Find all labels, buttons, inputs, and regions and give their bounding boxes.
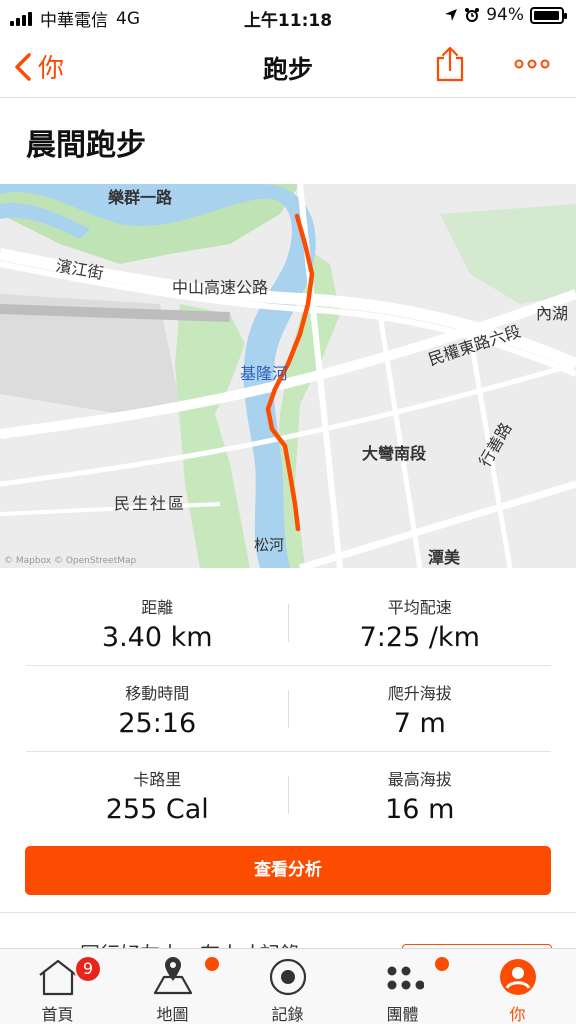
- notification-dot: [205, 957, 219, 971]
- more-icon[interactable]: [512, 54, 552, 74]
- tab-label: 地圖: [156, 1005, 189, 1024]
- stat-value: 255 Cal: [105, 794, 209, 825]
- stat-row: 距離 3.40 km 平均配速 7:25 /km: [26, 580, 551, 666]
- tab-label: 你: [509, 1005, 526, 1024]
- route-map[interactable]: 樂群一路 濱江街 中山高速公路 內湖 民權東路六段 基隆河 大彎南段 行善路 民…: [0, 184, 576, 568]
- tab-groups[interactable]: 團體: [345, 949, 460, 1024]
- notification-badge: 9: [74, 955, 102, 983]
- stat-moving-time: 移動時間 25:16: [26, 666, 289, 751]
- map-icon: [153, 957, 193, 995]
- activity-title: 晨間跑步: [26, 128, 146, 163]
- stat-value: 3.40 km: [101, 622, 213, 653]
- map-label-tanmei: 潭美: [428, 548, 461, 567]
- tab-label: 團體: [386, 1005, 419, 1024]
- stats-grid: 距離 3.40 km 平均配速 7:25 /km 移動時間 25:16 爬升海拔…: [26, 580, 551, 838]
- status-right: 94%: [444, 5, 567, 25]
- map-label-dawan: 大彎南段: [362, 444, 427, 463]
- location-arrow-icon: [445, 9, 458, 21]
- map-label-highway: 中山高速公路: [172, 278, 269, 297]
- stat-avg-pace: 平均配速 7:25 /km: [289, 580, 552, 665]
- section-divider: [0, 912, 576, 913]
- page-title: 跑步: [262, 55, 313, 84]
- map-label-river: 基隆河: [240, 364, 289, 383]
- stat-elevation-gain: 爬升海拔 7 m: [289, 666, 552, 751]
- record-icon: [269, 958, 307, 996]
- stat-divider: [288, 604, 289, 642]
- battery-percent: 94%: [486, 5, 524, 25]
- groups-icon: [387, 966, 424, 990]
- stat-row: 移動時間 25:16 爬升海拔 7 m: [26, 666, 551, 752]
- tab-home[interactable]: 9 首頁: [0, 949, 115, 1024]
- map-label-road-top: 樂群一路: [108, 188, 173, 207]
- stat-value: 7 m: [393, 708, 446, 739]
- stat-divider: [288, 690, 289, 728]
- stat-max-elevation: 最高海拔 16 m: [289, 752, 552, 838]
- stat-label: 最高海拔: [387, 770, 452, 789]
- stat-calories: 卡路里 255 Cal: [26, 752, 289, 838]
- profile-icon: [500, 959, 536, 995]
- stat-divider: [288, 776, 289, 814]
- tab-label: 首頁: [41, 1005, 74, 1024]
- notification-dot: [435, 957, 449, 971]
- map-label-songhe: 松河: [254, 536, 285, 554]
- map-attribution[interactable]: © Mapbox © OpenStreetMap: [4, 556, 136, 566]
- stat-label: 卡路里: [133, 770, 182, 789]
- tab-record[interactable]: 記錄: [230, 949, 345, 1024]
- tab-bar: 9 首頁 地圖 記錄 團體 你: [0, 948, 576, 1024]
- stat-value: 25:16: [118, 708, 197, 739]
- home-icon: [39, 959, 77, 996]
- tab-you[interactable]: 你: [460, 949, 575, 1024]
- alarm-icon: [465, 8, 480, 22]
- stat-label: 移動時間: [125, 684, 190, 703]
- view-analysis-button[interactable]: 查看分析: [25, 846, 551, 895]
- stat-label: 距離: [141, 598, 174, 617]
- stat-distance: 距離 3.40 km: [26, 580, 289, 665]
- map-label-minsheng: 民生社區: [114, 494, 187, 513]
- nav-bar: 你 跑步: [0, 34, 576, 98]
- tab-maps[interactable]: 地圖: [115, 949, 230, 1024]
- stat-value: 7:25 /km: [359, 622, 480, 653]
- stat-label: 平均配速: [387, 598, 452, 617]
- tab-label: 記錄: [271, 1005, 304, 1024]
- stat-value: 16 m: [385, 794, 455, 825]
- map-label-neihu: 內湖: [536, 304, 569, 323]
- status-bar: 中華電信 4G 上午11:18 94%: [0, 0, 576, 34]
- battery-icon: [530, 6, 567, 24]
- stat-row: 卡路里 255 Cal 最高海拔 16 m: [26, 752, 551, 838]
- share-icon[interactable]: [434, 46, 466, 82]
- stat-label: 爬升海拔: [387, 684, 452, 703]
